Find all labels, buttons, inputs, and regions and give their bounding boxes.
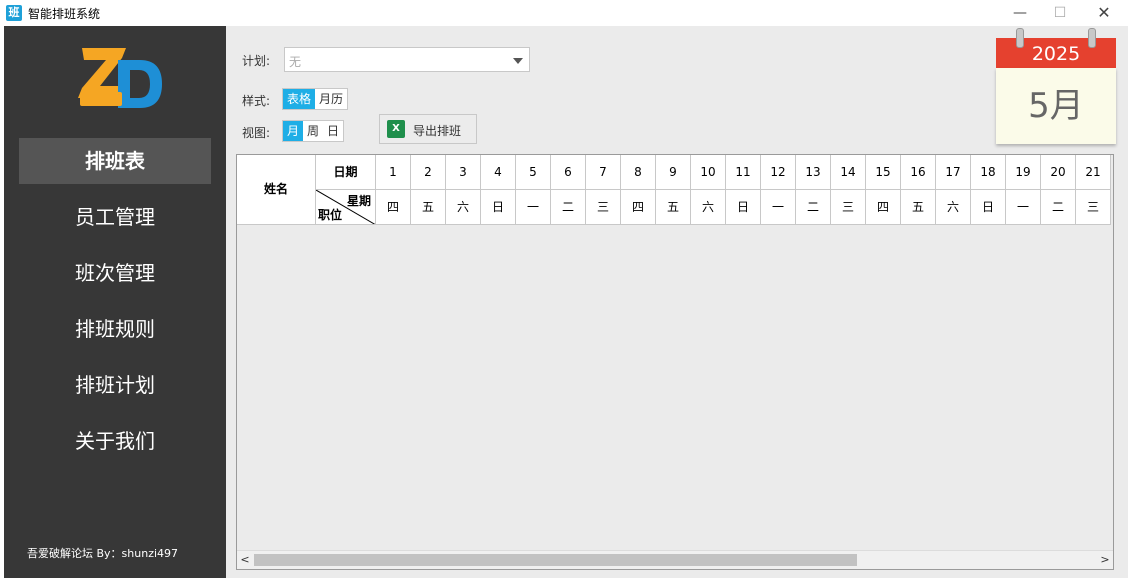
schedule-grid[interactable]: 姓名 日期 星期 职位 1 四 2 五 3 六 4 日 5 一 6 二 7 三 8 四 9 五 10 六 11 日 12 一 1… <box>236 154 1114 570</box>
day-cell: 18 <box>971 155 1006 190</box>
weekday-cell: 四 <box>866 190 901 225</box>
horizontal-scrollbar[interactable]: < > <box>237 550 1113 569</box>
day-cell: 4 <box>481 155 516 190</box>
weekday-cell: 五 <box>901 190 936 225</box>
nav-shift-management[interactable]: 班次管理 <box>19 250 211 296</box>
dropdown-arrow-icon <box>513 58 523 64</box>
weekday-cell: 五 <box>411 190 446 225</box>
day-cell: 19 <box>1006 155 1041 190</box>
day-cell: 17 <box>936 155 971 190</box>
sidebar: 排班表 员工管理 班次管理 排班规则 排班计划 关于我们 吾爱破解论坛 By：s… <box>4 26 226 578</box>
minimize-button[interactable]: — <box>1000 0 1040 26</box>
day-cell: 9 <box>656 155 691 190</box>
plan-label: 计划: <box>242 54 271 68</box>
credit-text: 吾爱破解论坛 By：shunzi497 <box>27 547 179 560</box>
weekday-cell: 三 <box>1076 190 1111 225</box>
day-cell: 7 <box>586 155 621 190</box>
day-cell: 16 <box>901 155 936 190</box>
maximize-button[interactable]: ☐ <box>1040 0 1080 26</box>
nav-employee-management[interactable]: 员工管理 <box>19 194 211 240</box>
day-cell: 5 <box>516 155 551 190</box>
day-cell: 21 <box>1076 155 1111 190</box>
window-title: 智能排班系统 <box>28 7 101 21</box>
weekday-cell: 四 <box>621 190 656 225</box>
day-cell: 2 <box>411 155 446 190</box>
weekday-cell: 六 <box>691 190 726 225</box>
app-icon: 班 <box>6 5 22 21</box>
view-option-month[interactable]: 月 <box>283 121 304 141</box>
view-option-week[interactable]: 周 <box>303 121 323 141</box>
weekday-cell: 一 <box>516 190 551 225</box>
plan-select[interactable]: 无 <box>284 47 530 72</box>
view-option-day[interactable]: 日 <box>323 121 343 141</box>
day-cell: 20 <box>1041 155 1076 190</box>
weekday-cell: 二 <box>551 190 586 225</box>
title-bar: 班 智能排班系统 — ☐ ✕ <box>0 0 1130 26</box>
style-option-calendar[interactable]: 月历 <box>315 89 347 109</box>
day-cell: 6 <box>551 155 586 190</box>
scroll-thumb[interactable] <box>254 554 857 566</box>
day-cell: 10 <box>691 155 726 190</box>
day-cell: 11 <box>726 155 761 190</box>
weekday-cell: 三 <box>831 190 866 225</box>
weekday-cell: 一 <box>1006 190 1041 225</box>
calendar-year: 2025 <box>996 38 1116 68</box>
calendar-widget: 2025 5月 <box>996 28 1116 144</box>
weekday-cell: 六 <box>936 190 971 225</box>
nav-about-us[interactable]: 关于我们 <box>19 418 211 464</box>
view-label: 视图: <box>242 126 271 140</box>
weekday-cell: 四 <box>376 190 411 225</box>
weekday-cell: 三 <box>586 190 621 225</box>
weekday-cell: 六 <box>446 190 481 225</box>
calendar-ring-icon <box>1016 28 1024 48</box>
export-schedule-button[interactable]: X 导出排班 <box>379 114 477 144</box>
day-cell: 8 <box>621 155 656 190</box>
calendar-ring-icon <box>1088 28 1096 48</box>
export-schedule-label: 导出排班 <box>413 124 462 138</box>
excel-icon: X <box>387 120 405 138</box>
weekday-cell: 二 <box>796 190 831 225</box>
scroll-right-icon[interactable]: > <box>1097 551 1113 569</box>
style-option-table[interactable]: 表格 <box>283 89 316 109</box>
day-cell: 12 <box>761 155 796 190</box>
day-cell: 3 <box>446 155 481 190</box>
weekday-cell: 日 <box>481 190 516 225</box>
zd-logo <box>78 46 168 114</box>
position-header: 职位 <box>318 208 343 222</box>
style-label: 样式: <box>242 94 271 108</box>
scroll-left-icon[interactable]: < <box>237 551 253 569</box>
weekday-cell: 日 <box>726 190 761 225</box>
day-cell: 14 <box>831 155 866 190</box>
view-toggle: 月 周 日 <box>282 120 345 142</box>
day-cell: 15 <box>866 155 901 190</box>
day-cell: 13 <box>796 155 831 190</box>
grid-header: 姓名 日期 星期 职位 1 四 2 五 3 六 4 日 5 一 6 二 7 三 8 四 9 五 10 六 11 日 12 一 1… <box>237 155 1111 225</box>
weekday-position-header: 星期 职位 <box>316 190 376 225</box>
nav-schedule-table[interactable]: 排班表 <box>19 138 211 184</box>
calendar-month: 5月 <box>996 68 1116 144</box>
weekday-cell: 日 <box>971 190 1006 225</box>
name-column-header: 姓名 <box>237 155 316 225</box>
date-row-header: 日期 <box>316 155 376 190</box>
weekday-header: 星期 <box>346 194 371 208</box>
nav-schedule-rules[interactable]: 排班规则 <box>19 306 211 352</box>
weekday-cell: 二 <box>1041 190 1076 225</box>
nav-schedule-plan[interactable]: 排班计划 <box>19 362 211 408</box>
weekday-cell: 五 <box>656 190 691 225</box>
day-cell: 1 <box>376 155 411 190</box>
style-toggle: 表格 月历 <box>282 88 349 110</box>
weekday-cell: 一 <box>761 190 796 225</box>
main-panel: 计划: 无 样式: 表格 月历 视图: 月 周 日 X 导出排班 2025 5月… <box>226 26 1128 578</box>
close-button[interactable]: ✕ <box>1084 0 1124 26</box>
plan-select-value: 无 <box>289 55 302 69</box>
